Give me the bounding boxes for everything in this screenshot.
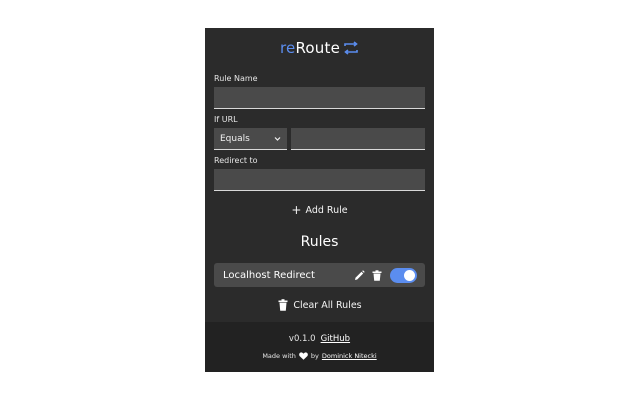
match-type-value: Equals (220, 133, 250, 144)
pencil-icon[interactable] (353, 269, 365, 281)
redirect-to-input[interactable] (214, 169, 425, 191)
chevron-down-icon (274, 135, 281, 142)
version-line: v0.1.0 GitHub (205, 334, 434, 345)
footer: v0.1.0 GitHub Made with by Dominick Nitec… (205, 322, 434, 372)
clear-all-rules-label: Clear All Rules (293, 299, 362, 311)
redirect-to-label: Redirect to (214, 156, 258, 165)
clear-all-rules-button[interactable]: Clear All Rules (205, 298, 434, 312)
logo-route: Route (295, 39, 340, 57)
trash-icon[interactable] (371, 269, 383, 281)
trash-icon (277, 299, 289, 311)
heart-icon (299, 352, 308, 360)
by-text: by (310, 352, 319, 360)
plus-icon: + (291, 203, 302, 217)
rule-name-label: Rule Name (214, 74, 258, 83)
add-rule-label: Add Rule (305, 204, 348, 216)
credits-line: Made with by Dominick Nitecki (205, 352, 434, 360)
toggle-knob (404, 269, 415, 281)
popup-panel: re Route Rule Name If URL Equals Redirect… (205, 28, 434, 372)
logo-re: re (279, 39, 296, 57)
github-link[interactable]: GitHub (321, 334, 350, 344)
made-with-text: Made with (262, 352, 296, 360)
rule-item: Localhost Redirect (214, 263, 425, 287)
rule-enabled-toggle[interactable] (390, 267, 417, 283)
swap-arrows-icon (343, 41, 359, 55)
match-type-select[interactable]: Equals (214, 128, 287, 150)
url-input[interactable] (291, 128, 425, 150)
app-header: re Route (205, 28, 434, 68)
url-condition-row: Equals (214, 128, 425, 150)
rule-name: Localhost Redirect (223, 269, 315, 281)
add-rule-button[interactable]: + Add Rule (205, 203, 434, 217)
version-text: v0.1.0 (288, 334, 316, 344)
rule-name-input[interactable] (214, 87, 425, 109)
if-url-label: If URL (214, 115, 238, 124)
author-link[interactable]: Dominick Nitecki (322, 352, 377, 360)
rules-heading: Rules (300, 234, 339, 250)
